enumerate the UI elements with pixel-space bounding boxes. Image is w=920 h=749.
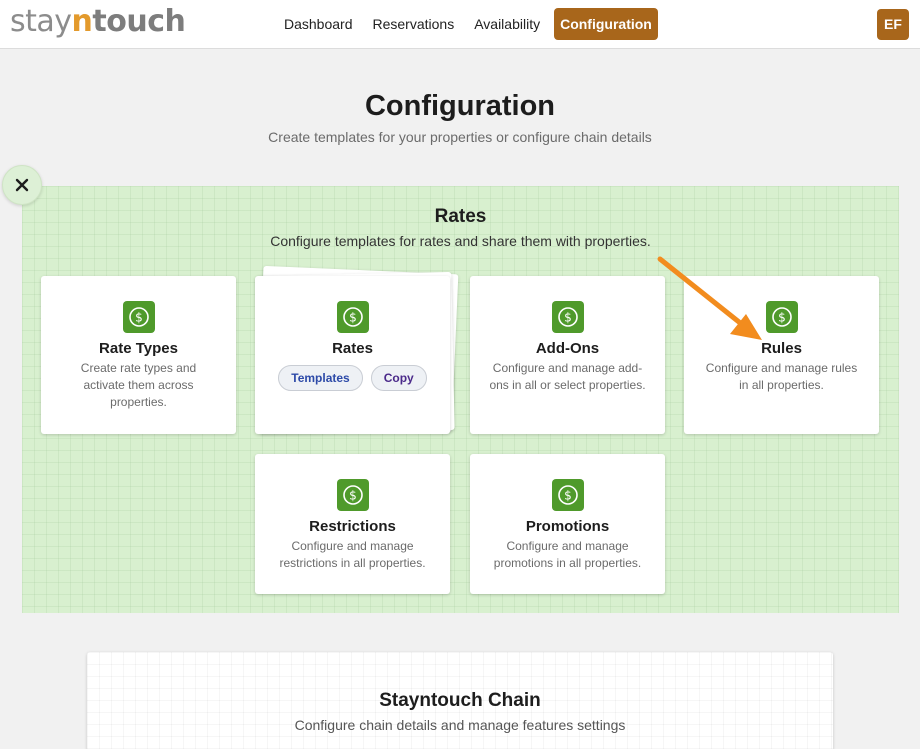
card-title: Promotions <box>525 518 610 535</box>
card-rate-types[interactable]: $ Rate Types Create rate types and activ… <box>41 276 236 434</box>
logo-suffix: touch <box>92 4 186 39</box>
svg-text:$: $ <box>564 311 572 325</box>
svg-text:$: $ <box>349 489 357 503</box>
card-promotions[interactable]: $ Promotions Configure and manage promot… <box>470 454 665 594</box>
close-button[interactable] <box>2 165 42 205</box>
copy-button[interactable]: Copy <box>370 365 427 391</box>
svg-text:$: $ <box>778 311 786 325</box>
card-rates[interactable]: $ Rates Templates Copy <box>255 276 450 434</box>
rates-pill-row: Templates Copy <box>255 365 450 391</box>
top-navigation-bar: stayntouch Dashboard Reservations Availa… <box>0 0 920 49</box>
annotation-arrow-icon <box>657 256 762 340</box>
card-title: Rate Types <box>99 340 178 357</box>
logo-prefix: stay <box>10 4 72 39</box>
page-title: Configuration <box>364 90 556 122</box>
dollar-icon: $ <box>336 301 369 333</box>
card-description: Configure and manage add-ons in all or s… <box>489 361 646 392</box>
card-add-ons[interactable]: $ Add-Ons Configure and manage add-ons i… <box>470 276 665 434</box>
svg-text:$: $ <box>135 311 143 325</box>
card-title: Add-Ons <box>535 340 600 357</box>
nav-dashboard[interactable]: Dashboard <box>278 8 359 40</box>
close-icon <box>15 178 29 192</box>
nav-configuration[interactable]: Configuration <box>554 8 658 40</box>
stayntouch-logo[interactable]: stayntouch <box>10 4 186 39</box>
templates-button[interactable]: Templates <box>278 365 363 391</box>
logo-n: n <box>71 4 93 39</box>
user-avatar[interactable]: EF <box>877 9 909 40</box>
chain-section[interactable]: Stayntouch Chain Configure chain details… <box>87 652 833 749</box>
dollar-icon: $ <box>765 301 798 333</box>
card-description: Configure and manage rules in all proper… <box>705 361 858 392</box>
page-subtitle: Create templates for your properties or … <box>268 129 652 145</box>
nav-availability[interactable]: Availability <box>468 8 546 40</box>
dollar-icon: $ <box>551 479 584 511</box>
card-description: Create rate types and activate them acro… <box>80 361 197 409</box>
dollar-icon: $ <box>336 479 369 511</box>
nav-reservations[interactable]: Reservations <box>367 8 461 40</box>
dollar-icon: $ <box>551 301 584 333</box>
chain-subtitle: Configure chain details and manage featu… <box>294 717 626 733</box>
rates-section-subtitle: Configure templates for rates and share … <box>270 233 651 249</box>
chain-title: Stayntouch Chain <box>379 690 541 711</box>
card-description: Configure and manage restrictions in all… <box>279 539 426 570</box>
card-title: Rates <box>332 340 373 357</box>
card-restrictions[interactable]: $ Restrictions Configure and manage rest… <box>255 454 450 594</box>
svg-text:$: $ <box>564 489 572 503</box>
card-description: Configure and manage promotions in all p… <box>493 539 642 570</box>
dollar-icon: $ <box>122 301 155 333</box>
main-nav: Dashboard Reservations Availability Conf… <box>278 8 666 40</box>
rates-section-title: Rates <box>434 206 487 227</box>
svg-text:$: $ <box>349 311 357 325</box>
card-title: Restrictions <box>309 518 396 535</box>
